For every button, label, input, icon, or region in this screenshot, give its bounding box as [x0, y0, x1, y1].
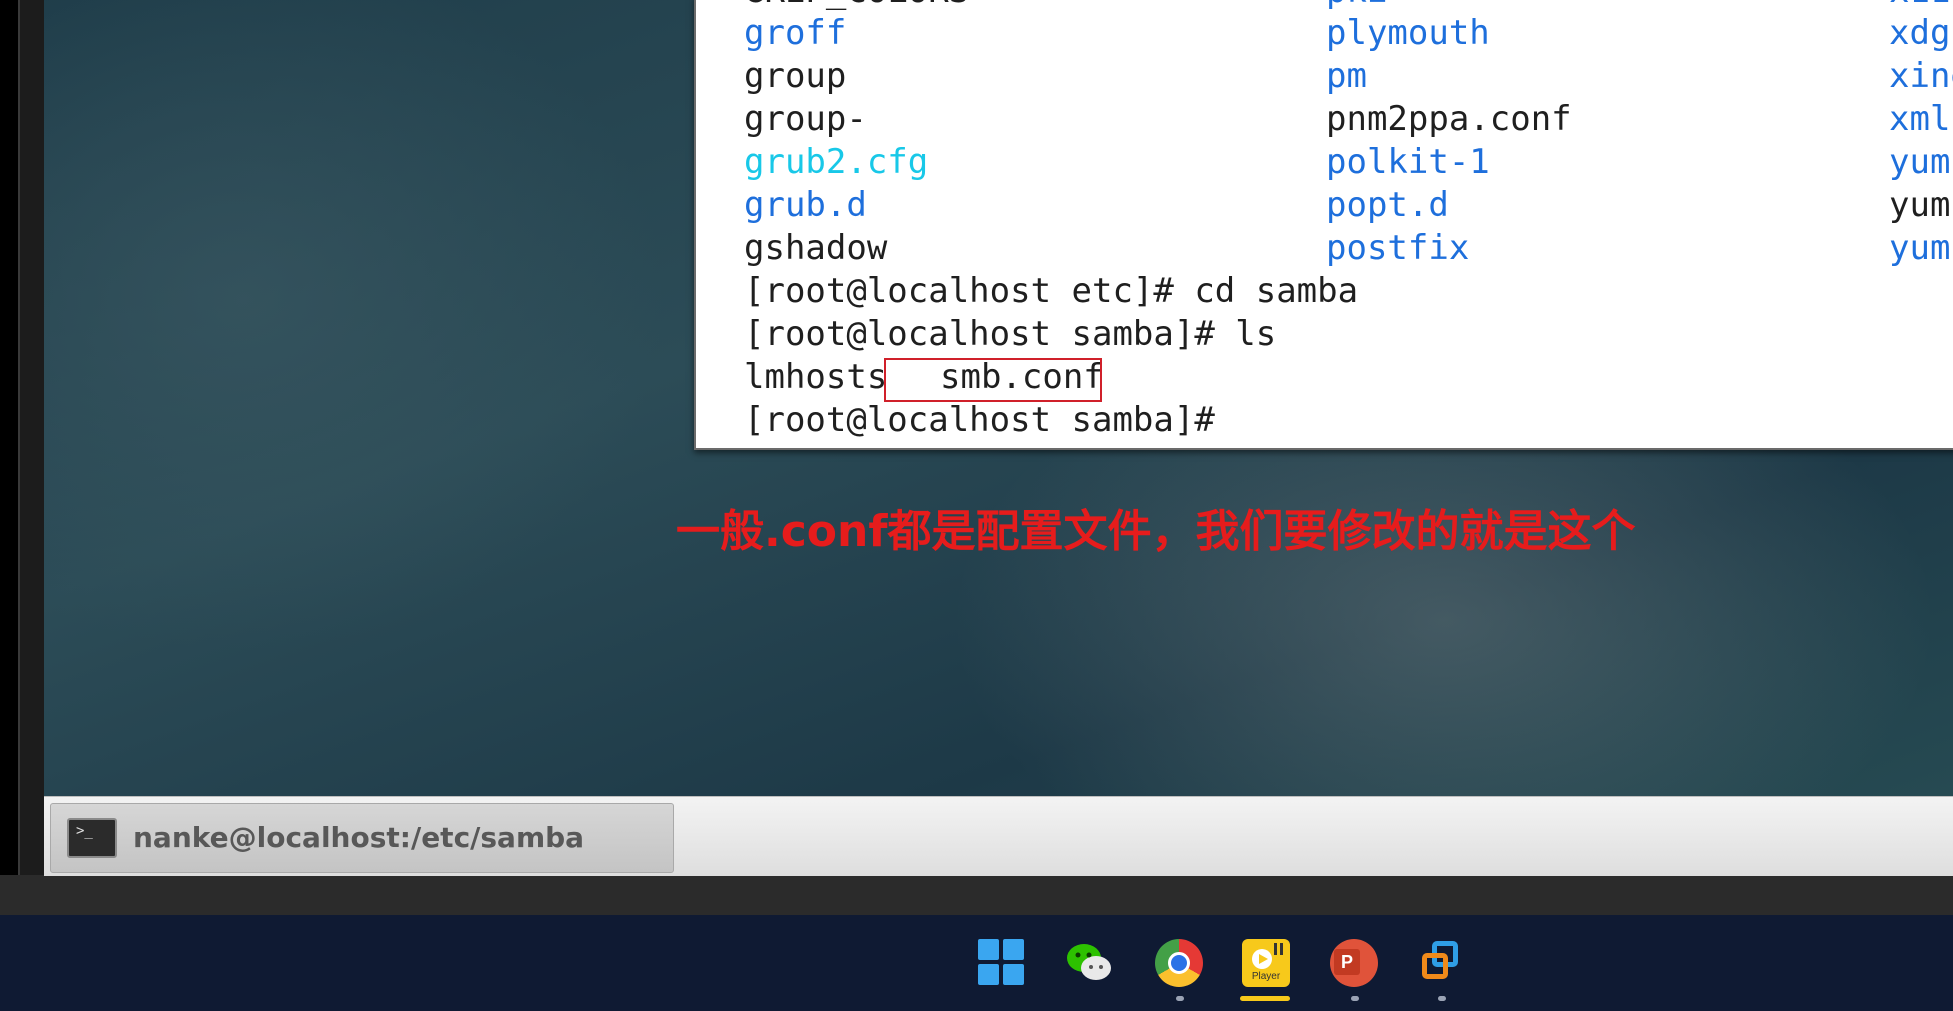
ls-entry: group	[744, 56, 847, 96]
ls-entry: groff	[744, 13, 847, 53]
ls-entry: pm	[1326, 56, 1367, 96]
wechat-icon[interactable]	[1065, 939, 1113, 987]
ls-entry: popt.d	[1326, 185, 1449, 225]
taskbar-window-label: nanke@localhost:/etc/samba	[133, 821, 585, 854]
terminal-command-cd: [root@localhost etc]# cd samba	[744, 271, 1359, 311]
ls-entry: group-	[744, 99, 867, 139]
player-icon[interactable]: Player	[1242, 939, 1290, 987]
chrome-icon[interactable]	[1155, 939, 1203, 987]
ls-entry: yum.r	[1889, 228, 1953, 268]
powerpoint-icon[interactable]: P	[1330, 939, 1378, 987]
powerpoint-letter: P	[1334, 949, 1360, 975]
running-indicator	[1351, 996, 1359, 1001]
terminal-window[interactable]: GREP_COLORS pki x11 groff plymouth xdg g…	[694, 0, 1953, 450]
terminal-icon: >_	[67, 818, 117, 858]
ls-entry: polkit-1	[1326, 142, 1490, 182]
vmware-icon[interactable]	[1418, 939, 1466, 987]
taskbar-window-button[interactable]: >_ nanke@localhost:/etc/samba	[50, 803, 674, 873]
ls-entry: xml	[1889, 99, 1951, 139]
vm-left-border	[0, 0, 20, 875]
windows-taskbar: Player P	[0, 915, 1953, 1011]
guest-desktop: GREP_COLORS pki x11 groff plymouth xdg g…	[44, 0, 1953, 796]
active-indicator	[1240, 996, 1290, 1001]
ls-entry: pnm2ppa.conf	[1326, 99, 1572, 139]
ls-entry: gshadow	[744, 228, 888, 268]
terminal-command-ls: [root@localhost samba]# ls	[744, 314, 1277, 354]
running-indicator	[1438, 996, 1446, 1001]
running-indicator	[1176, 996, 1184, 1001]
ls-entry: grub.d	[744, 185, 867, 225]
terminal-prompt[interactable]: [root@localhost samba]#	[744, 399, 1215, 442]
player-label: Player	[1251, 971, 1281, 982]
ls-entry: grub2.cfg	[744, 142, 929, 182]
ls-entry: xinet	[1889, 56, 1953, 96]
ls-output-lmhosts: lmhosts	[744, 357, 888, 397]
vm-window: GREP_COLORS pki x11 groff plymouth xdg g…	[0, 0, 1953, 876]
ls-entry: postfix	[1326, 228, 1470, 268]
ls-entry: xdg	[1889, 13, 1951, 53]
windows-start-icon[interactable]	[978, 939, 1026, 987]
annotation-text: 一般.conf都是配置文件，我们要修改的就是这个	[676, 506, 1636, 557]
highlight-box	[884, 358, 1102, 402]
guest-bottom-panel: >_ nanke@localhost:/etc/samba	[44, 796, 1953, 876]
ls-entry: yum	[1889, 142, 1951, 182]
ls-entry: yum.c	[1889, 185, 1953, 225]
ls-entry: plymouth	[1326, 13, 1490, 53]
